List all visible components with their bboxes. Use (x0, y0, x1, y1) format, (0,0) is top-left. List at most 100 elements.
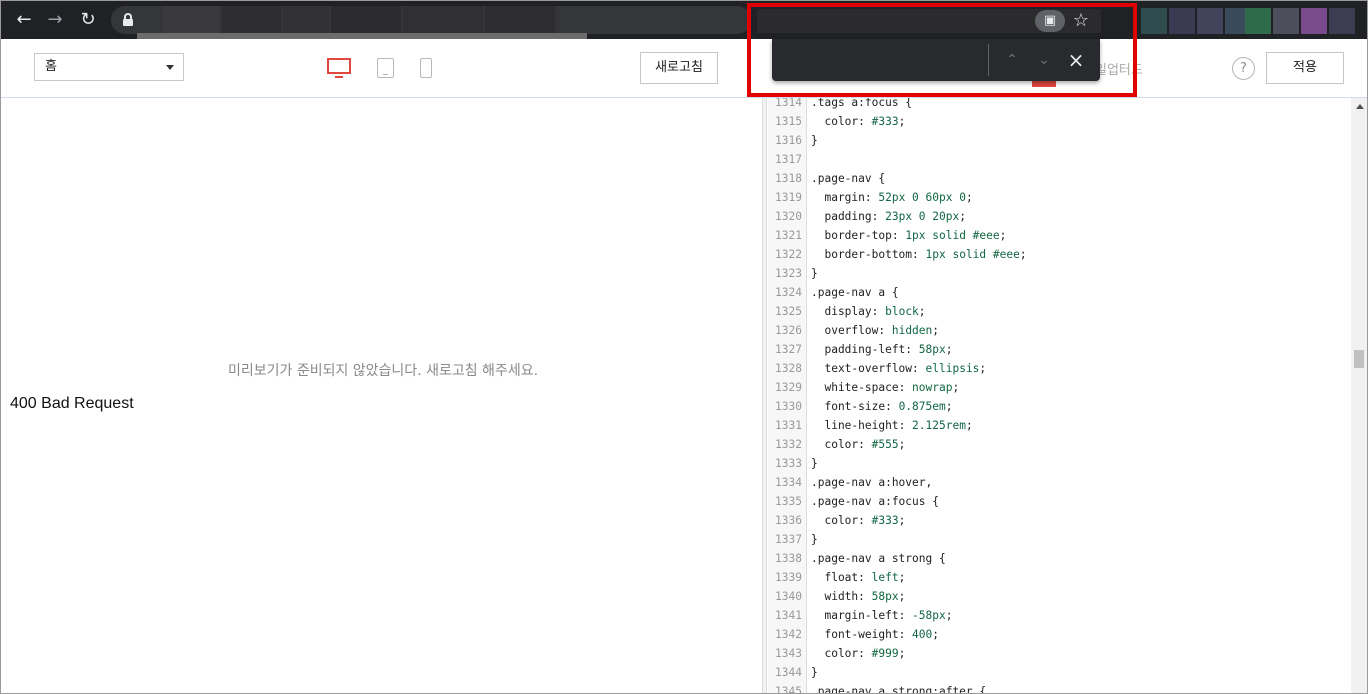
code-text: color: #999; (811, 647, 906, 660)
code-line: 1319 margin: 52px 0 60px 0; (768, 188, 1351, 207)
code-line: 1333} (768, 454, 1351, 473)
code-text: display: block; (811, 305, 926, 318)
extension-icon[interactable] (1245, 8, 1271, 34)
line-number: 1330 (775, 400, 802, 413)
code-line: 1328 text-overflow: ellipsis; (768, 359, 1351, 378)
preview-pane: 미리보기가 준비되지 않았습니다. 새로고침 해주세요. 400 Bad Req… (1, 98, 762, 693)
line-number: 1341 (775, 609, 802, 622)
code-text: .page-nav a strong { (811, 552, 946, 565)
line-number: 1331 (775, 419, 802, 432)
line-number: 1318 (775, 172, 802, 185)
forward-icon[interactable]: → (43, 8, 67, 32)
reload-icon[interactable]: ↻ (76, 8, 100, 32)
find-bar: ⌃ ⌄ × (772, 39, 1100, 81)
find-input[interactable] (780, 47, 980, 73)
code-text: .page-nav a:hover, (811, 476, 933, 489)
extension-icon[interactable] (1169, 8, 1195, 34)
line-number: 1325 (775, 305, 802, 318)
code-text: } (811, 533, 818, 546)
code-editor[interactable]: 1314 .tags a:focus {1315 color: #333; 1316… (768, 98, 1351, 694)
extension-icon[interactable] (1329, 8, 1355, 34)
scroll-thumb[interactable] (1354, 350, 1364, 368)
code-line: 1327 padding-left: 58px; (768, 340, 1351, 359)
line-number: 1329 (775, 381, 802, 394)
code-text: float: left; (811, 571, 906, 584)
line-number: 1319 (775, 191, 802, 204)
find-in-page-icon[interactable]: ▣ (1035, 10, 1065, 32)
code-text: font-weight: 400; (811, 628, 940, 641)
tablet-icon[interactable] (377, 58, 394, 78)
code-line: 1321 border-top: 1px solid #eee; (768, 226, 1351, 245)
close-icon[interactable]: × (1064, 48, 1088, 72)
extension-icon[interactable] (1273, 8, 1299, 34)
code-line: 1332 color: #555; (768, 435, 1351, 454)
line-number: 1328 (775, 362, 802, 375)
code-text: .page-nav a strong:after { (811, 685, 987, 694)
star-icon[interactable]: ☆ (1069, 9, 1093, 33)
code-line: 1323} (768, 264, 1351, 283)
code-text: padding: 23px 0 20px; (811, 210, 966, 223)
code-line: 1344} (768, 663, 1351, 682)
code-text: color: #333; (811, 514, 906, 527)
line-number: 1345 (775, 685, 802, 694)
code-line: 1325 display: block; (768, 302, 1351, 321)
partial-label: 일업터드 (1095, 63, 1143, 78)
code-line: 1335 .page-nav a:focus { (768, 492, 1351, 511)
apply-button[interactable]: 적용 (1266, 52, 1344, 84)
code-line: 1337} (768, 530, 1351, 549)
desktop-icon[interactable] (327, 58, 351, 78)
chevron-down-icon[interactable]: ⌄ (1032, 48, 1056, 72)
code-line: 1345 .page-nav a strong:after { (768, 682, 1351, 694)
code-line: 1329 white-space: nowrap; (768, 378, 1351, 397)
code-text: white-space: nowrap; (811, 381, 960, 394)
mobile-icon[interactable] (420, 58, 432, 78)
code-text: text-overflow: ellipsis; (811, 362, 987, 375)
code-text: border-bottom: 1px solid #eee; (811, 248, 1027, 261)
extension-icon[interactable] (1301, 8, 1327, 34)
redacted-url (163, 6, 219, 34)
extension-icon[interactable] (1141, 8, 1167, 34)
line-number: 1338 (775, 552, 802, 565)
back-icon[interactable]: ← (12, 8, 36, 32)
line-number: 1314 (775, 98, 802, 109)
preview-error: 400 Bad Request (10, 395, 134, 412)
code-text: border-top: 1px solid #eee; (811, 229, 1007, 242)
line-number: 1321 (775, 229, 802, 242)
code-line: 1326 overflow: hidden; (768, 321, 1351, 340)
code-text: .page-nav { (811, 172, 886, 185)
code-text: line-height: 2.125rem; (811, 419, 973, 432)
screen: ← → ↻ ▣ ☆ 홈 새로고침 일업터드 ? 적용 ⌃ ⌄ × 미리보기가 준… (0, 0, 1368, 694)
code-line: 1343 color: #999; (768, 644, 1351, 663)
line-number: 1322 (775, 248, 802, 261)
code-line: 1339 float: left; (768, 568, 1351, 587)
code-line: 1340 width: 58px; (768, 587, 1351, 606)
line-number: 1324 (775, 286, 802, 299)
line-number: 1316 (775, 134, 802, 147)
line-number: 1343 (775, 647, 802, 660)
line-number: 1317 (775, 153, 802, 166)
line-number: 1335 (775, 495, 802, 508)
accent-marker (1032, 81, 1056, 87)
redacted-url (485, 6, 555, 34)
code-text: .page-nav a:focus { (811, 495, 939, 508)
page-select[interactable]: 홈 (34, 53, 184, 81)
code-line: 1330 font-size: 0.875em; (768, 397, 1351, 416)
vertical-scrollbar[interactable] (1351, 98, 1367, 693)
line-number: 1342 (775, 628, 802, 641)
line-number: 1327 (775, 343, 802, 356)
pane-splitter[interactable] (762, 98, 767, 693)
address-bar[interactable] (111, 6, 751, 34)
code-line: 1324 .page-nav a { (768, 283, 1351, 302)
line-number: 1340 (775, 590, 802, 603)
lock-icon (123, 13, 133, 26)
chevron-up-icon[interactable]: ⌃ (1000, 48, 1024, 72)
scroll-up-arrow-icon[interactable] (1356, 104, 1364, 109)
help-icon[interactable]: ? (1232, 57, 1255, 80)
code-line: 1338 .page-nav a strong { (768, 549, 1351, 568)
code-line: 1331 line-height: 2.125rem; (768, 416, 1351, 435)
code-line: 1317 (768, 150, 1351, 169)
line-number: 1339 (775, 571, 802, 584)
extension-icon[interactable] (1197, 8, 1223, 34)
code-line: 1322 border-bottom: 1px solid #eee; (768, 245, 1351, 264)
refresh-button[interactable]: 새로고침 (640, 52, 718, 84)
